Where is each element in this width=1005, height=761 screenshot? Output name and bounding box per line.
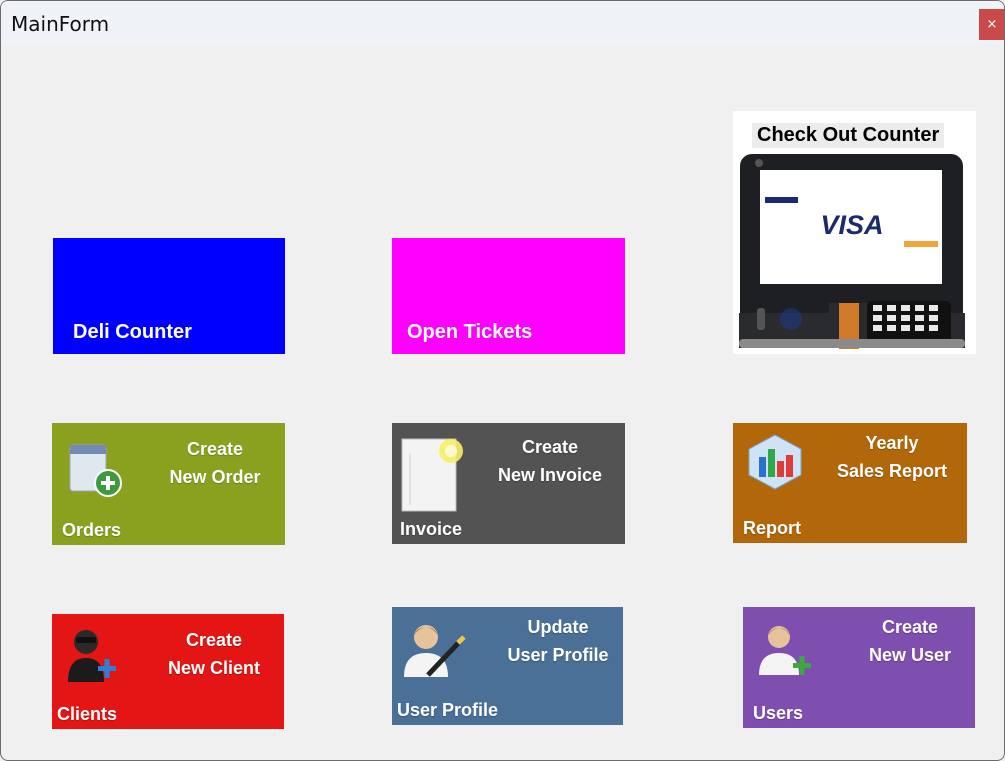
invoice-desc-line2: New Invoice: [497, 465, 603, 485]
clients-label: Clients: [57, 704, 118, 724]
report-label: Report: [743, 518, 801, 538]
orders-tile[interactable]: Create New Order Orders: [52, 423, 285, 545]
users-tile[interactable]: Create New User Users: [743, 607, 975, 728]
window-title: MainForm: [11, 12, 110, 36]
users-desc-line1: Create: [881, 617, 939, 637]
checkout-counter-label: Check Out Counter: [752, 123, 945, 148]
deli-counter-label: Deli Counter: [73, 321, 192, 343]
deli-counter-button[interactable]: Deli Counter: [53, 238, 285, 354]
client-add-icon: [68, 630, 116, 682]
main-window: MainForm × Deli Counter Open Tickets Che…: [0, 0, 1005, 761]
user-profile-label: User Profile: [397, 700, 499, 720]
orders-desc-line1: Create: [186, 439, 244, 459]
users-description: Create New User: [855, 613, 965, 669]
invoice-desc-line1: Create: [521, 437, 579, 457]
bar-chart-icon: [748, 434, 802, 490]
report-desc-line1: Yearly: [865, 433, 919, 453]
user-add-icon: [759, 626, 811, 675]
notepad-add-icon: [69, 444, 122, 497]
report-tile[interactable]: Yearly Sales Report Report: [733, 423, 967, 543]
open-tickets-label: Open Tickets: [407, 321, 533, 343]
invoice-tile[interactable]: Create New Invoice Invoice: [392, 423, 625, 544]
orders-desc-line2: New Order: [169, 467, 261, 487]
user-profile-desc-line2: User Profile: [507, 645, 609, 665]
open-tickets-button[interactable]: Open Tickets: [392, 238, 625, 354]
close-button[interactable]: ×: [979, 9, 1004, 40]
user-profile-description: Update User Profile: [503, 613, 613, 669]
clients-tile[interactable]: Create New Client Clients: [52, 614, 284, 729]
orders-description: Create New Order: [155, 435, 275, 491]
invoice-label: Invoice: [400, 519, 463, 539]
visa-logo: VISA: [820, 210, 883, 240]
title-bar: MainForm ×: [1, 1, 1004, 45]
payment-terminal-icon: VISA: [739, 154, 965, 349]
checkout-counter-button[interactable]: Check Out Counter VISA: [733, 111, 976, 354]
report-description: Yearly Sales Report: [827, 429, 957, 485]
clients-desc-line2: New Client: [167, 658, 260, 678]
user-edit-icon: [404, 625, 466, 677]
orders-label: Orders: [62, 520, 122, 540]
user-profile-tile[interactable]: Update User Profile User Profile: [392, 607, 623, 725]
users-label: Users: [753, 703, 804, 723]
users-desc-line2: New User: [868, 645, 952, 665]
user-profile-desc-line1: Update: [527, 617, 589, 637]
clients-desc-line1: Create: [185, 630, 243, 650]
report-desc-line2: Sales Report: [836, 461, 948, 481]
invoice-description: Create New Invoice: [485, 433, 615, 489]
document-icon: [401, 438, 463, 512]
clients-description: Create New Client: [154, 626, 274, 682]
